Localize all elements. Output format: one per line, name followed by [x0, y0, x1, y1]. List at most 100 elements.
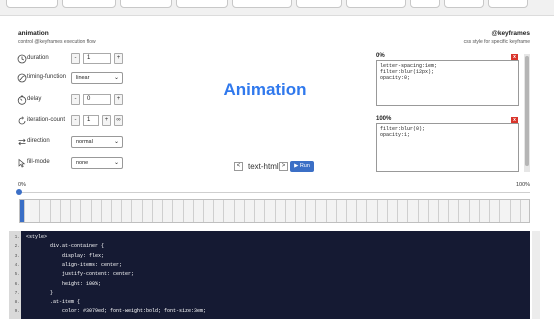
- timeline-frame[interactable]: [347, 200, 357, 222]
- timeline-frame[interactable]: [490, 200, 500, 222]
- property-row-direction: direction normal ⌄: [17, 136, 129, 150]
- timeline-frame[interactable]: [245, 200, 255, 222]
- timeline-frame[interactable]: [235, 200, 245, 222]
- code-editor[interactable]: 1. <style> 2. div.at-container {3. display…: [9, 231, 530, 319]
- timeline-frame[interactable]: [337, 200, 347, 222]
- code-text: display: flex;: [26, 252, 105, 259]
- timeline-frame[interactable]: [276, 200, 286, 222]
- timeline-frame[interactable]: [92, 200, 102, 222]
- direction-select[interactable]: normal ⌄: [71, 136, 123, 148]
- panel-title: animation: [18, 30, 49, 37]
- timeline-frame[interactable]: [204, 200, 214, 222]
- timeline-frame[interactable]: [357, 200, 367, 222]
- timeline-frame[interactable]: [224, 200, 235, 222]
- scrollbar-thumb[interactable]: [525, 56, 529, 166]
- progress-start-label: 0%: [18, 182, 26, 188]
- timeline-frame[interactable]: [459, 200, 470, 222]
- timeline-frame[interactable]: [102, 200, 112, 222]
- top-tab[interactable]: [6, 0, 58, 8]
- iteration-count-input[interactable]: 1: [83, 115, 99, 126]
- timeline-frame[interactable]: [367, 200, 378, 222]
- delay-input[interactable]: 0: [83, 94, 111, 105]
- fill-mode-select[interactable]: none ⌄: [71, 157, 123, 169]
- top-tab[interactable]: [346, 0, 406, 8]
- iteration-count-decrement-button[interactable]: -: [71, 115, 80, 126]
- timeline-frame[interactable]: [449, 200, 459, 222]
- timeline-frame[interactable]: [194, 200, 204, 222]
- line-number: 5.: [14, 272, 20, 278]
- timeline-frame[interactable]: [511, 200, 521, 222]
- timeline-frame[interactable]: [327, 200, 337, 222]
- keyframe-css-editor[interactable]: letter-spacing:1em; filter:blur(12px); o…: [376, 60, 519, 106]
- timeline-frame[interactable]: [316, 200, 327, 222]
- delay-increment-button[interactable]: +: [114, 94, 123, 105]
- timeline-frame[interactable]: [143, 200, 153, 222]
- timeline-frame[interactable]: [470, 200, 480, 222]
- timeline-frame[interactable]: [132, 200, 143, 222]
- delete-keyframe-button[interactable]: x: [511, 54, 518, 60]
- timeline-frame[interactable]: [214, 200, 224, 222]
- timeline-frame[interactable]: [20, 200, 25, 222]
- top-tab[interactable]: [444, 0, 484, 8]
- run-button[interactable]: ▶ Run: [290, 161, 314, 172]
- timeline-frame[interactable]: [480, 200, 490, 222]
- timeline-frame[interactable]: [173, 200, 184, 222]
- duration-decrement-button[interactable]: -: [71, 53, 80, 64]
- code-scrollbar[interactable]: [532, 231, 540, 319]
- previous-example-button[interactable]: <: [234, 162, 243, 171]
- timeline-frame[interactable]: [296, 200, 306, 222]
- timeline-frame[interactable]: [500, 200, 511, 222]
- timeline-frame[interactable]: [122, 200, 132, 222]
- timeline-frame[interactable]: [388, 200, 398, 222]
- timeline-frame[interactable]: [265, 200, 276, 222]
- next-example-button[interactable]: >: [279, 162, 288, 171]
- code-line: 7. }: [9, 289, 530, 298]
- timeline-frame[interactable]: [163, 200, 173, 222]
- timeline-frame[interactable]: [408, 200, 419, 222]
- keyframe-css-editor[interactable]: filter:blur(0); opacity:1;: [376, 123, 519, 172]
- code-line: 9. color: #3079ed; font-weight:bold; fon…: [9, 307, 530, 316]
- top-tab[interactable]: [120, 0, 172, 8]
- timeline-frame[interactable]: [429, 200, 439, 222]
- delete-keyframe-button[interactable]: x: [511, 117, 518, 123]
- timeline-frame[interactable]: [398, 200, 408, 222]
- timeline-frame[interactable]: [286, 200, 296, 222]
- progress-handle[interactable]: [16, 189, 22, 195]
- timeline-frame[interactable]: [378, 200, 388, 222]
- timeline-frame[interactable]: [255, 200, 265, 222]
- top-tab[interactable]: [488, 0, 528, 8]
- timing-function-select[interactable]: linear ⌄: [71, 72, 123, 84]
- delay-decrement-button[interactable]: -: [71, 94, 80, 105]
- timeline-frame[interactable]: [81, 200, 92, 222]
- duration-increment-button[interactable]: +: [114, 53, 123, 64]
- progress-track[interactable]: [19, 192, 530, 193]
- property-label: iteration-count: [27, 117, 66, 123]
- top-tab[interactable]: [232, 0, 292, 8]
- timeline-frame[interactable]: [184, 200, 194, 222]
- timeline-frame[interactable]: [521, 200, 529, 222]
- timeline-frame[interactable]: [419, 200, 429, 222]
- timeline-frame[interactable]: [153, 200, 163, 222]
- timeline-frame[interactable]: [112, 200, 122, 222]
- top-tab[interactable]: [410, 0, 440, 8]
- keyframes-scrollbar[interactable]: [524, 54, 530, 172]
- timeline-frame[interactable]: [306, 200, 316, 222]
- timeline-frame[interactable]: [61, 200, 71, 222]
- duration-input[interactable]: 1: [83, 53, 111, 64]
- select-value: linear: [76, 75, 90, 81]
- timeline-frame[interactable]: [40, 200, 51, 222]
- timeline-frame[interactable]: [30, 200, 40, 222]
- top-tab[interactable]: [296, 0, 342, 8]
- property-label: timing-function: [27, 74, 67, 80]
- timeline-frame[interactable]: [439, 200, 449, 222]
- top-tab[interactable]: [176, 0, 228, 8]
- iteration-count-infinite-button[interactable]: ∞: [114, 115, 123, 126]
- iteration-count-increment-button[interactable]: +: [102, 115, 111, 126]
- keyframe-timeline[interactable]: [19, 199, 530, 223]
- code-text: div.at-container {: [26, 243, 105, 250]
- property-label: direction: [27, 138, 50, 144]
- timeline-frame[interactable]: [51, 200, 61, 222]
- top-tab-bar: [0, 0, 554, 16]
- top-tab[interactable]: [62, 0, 116, 8]
- timeline-frame[interactable]: [71, 200, 81, 222]
